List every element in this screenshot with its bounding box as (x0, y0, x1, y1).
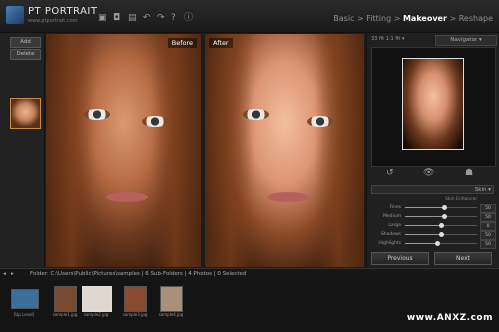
app-title: PT PORTRAIT (28, 6, 98, 17)
add-button[interactable]: Add (10, 37, 41, 48)
photo-thumbnail[interactable] (124, 286, 147, 312)
eye-icon[interactable]: 👁 (423, 168, 434, 178)
view-icons: ↺ 👁 ☗ (371, 168, 494, 182)
slider-knob[interactable] (438, 231, 444, 237)
step-separator: > (357, 14, 364, 23)
slider-row: Medium 50 (371, 212, 496, 222)
filmstrip: [Up Level] sample1.jpg sample2.jpg sampl… (0, 280, 499, 332)
navigator-view[interactable] (371, 47, 496, 167)
photo-thumbnail[interactable] (54, 286, 77, 312)
slider-label: Large (388, 223, 401, 228)
step-separator: > (393, 14, 401, 23)
thumbnail-label: sample1.jpg (52, 312, 78, 317)
hair-shape (151, 34, 201, 267)
app-logo-icon (6, 6, 24, 24)
slider-knob[interactable] (438, 222, 444, 228)
folder-path: Folder: C:\Users\Public\Pictures\samples… (30, 271, 247, 277)
slider-knob[interactable] (442, 204, 448, 210)
app-window: PT PORTRAIT www.ptportrait.com ▣ ◘ ▤ ↶ ↷… (0, 0, 499, 332)
navigator-dropdown[interactable]: Navigator ▾ (435, 35, 497, 46)
slider-label: Shadows (380, 232, 401, 237)
right-eye (307, 116, 333, 127)
slider-fill (405, 216, 445, 217)
workflow-steps: Basic > Fitting > Makeover > Reshape (333, 14, 493, 23)
slider-label: Fines (389, 205, 401, 210)
slider-fill (405, 207, 445, 208)
before-label: Before (167, 38, 197, 48)
thumbnail-label: sample2.jpg (83, 312, 109, 317)
step-fitting[interactable]: Fitting (366, 14, 391, 23)
mouth (106, 192, 148, 202)
photo-thumbnail-selected[interactable] (82, 286, 112, 312)
slider-track[interactable] (405, 204, 477, 210)
left-eye (243, 109, 269, 120)
previous-button[interactable]: Previous (371, 252, 429, 265)
face-thumbnail[interactable] (10, 98, 41, 129)
open-icon[interactable]: ▣ (98, 14, 107, 23)
slider-fill (405, 225, 441, 226)
slider-track[interactable] (405, 240, 477, 246)
slider-track[interactable] (405, 231, 477, 237)
thumbnail-label: sample4.jpg (158, 312, 184, 317)
header-bar: PT PORTRAIT www.ptportrait.com ▣ ◘ ▤ ↶ ↷… (0, 0, 499, 33)
slider-knob[interactable] (434, 240, 440, 246)
step-makeover[interactable]: Makeover (403, 14, 447, 23)
step-basic[interactable]: Basic (333, 14, 354, 23)
thumbnail-label: [Up Level] (13, 312, 35, 317)
slider-label: Medium (383, 214, 401, 219)
save-icon[interactable]: ◘ (113, 14, 120, 23)
right-panel: 33 fit 1:1 fit ▾ Navigator ▾ ↺ 👁 ☗ Skin … (366, 33, 499, 267)
slider-group-header: Skin Enhancer (445, 197, 478, 202)
slider-value[interactable]: 50 (480, 240, 496, 249)
reset-icon[interactable]: ↺ (386, 168, 394, 178)
scroll-right-icon[interactable]: ▸ (11, 269, 14, 280)
slider-fill (405, 234, 441, 235)
undo-icon[interactable]: ↶ (143, 14, 151, 23)
mask-icon[interactable]: ☗ (465, 168, 473, 178)
batch-icon[interactable]: ▤ (128, 14, 137, 23)
help-icon[interactable]: ? (171, 14, 176, 23)
redo-icon[interactable]: ↷ (157, 14, 165, 23)
slider-fill (405, 243, 438, 244)
folder-bar: ◂ ▸ Folder: C:\Users\Public\Pictures\sam… (0, 268, 499, 280)
preset-dropdown[interactable]: Skin ▾ (371, 185, 494, 194)
slider-row: Large 0 (371, 221, 496, 231)
left-eye (84, 109, 110, 120)
mouth (267, 192, 309, 202)
right-eye (142, 116, 168, 127)
app-subtitle: www.ptportrait.com (28, 18, 78, 24)
left-panel: Add Delete (0, 33, 45, 267)
slider-knob[interactable] (442, 213, 448, 219)
slider-track[interactable] (405, 222, 477, 228)
scroll-left-icon[interactable]: ◂ (3, 269, 6, 280)
thumbnail-label: sample3.jpg (122, 312, 148, 317)
slider-track[interactable] (405, 213, 477, 219)
hair-shape (314, 34, 364, 267)
watermark-text: www.ANXZ.com (406, 313, 493, 323)
up-level-folder-icon[interactable] (11, 289, 39, 309)
step-reshape[interactable]: Reshape (459, 14, 493, 23)
navigator-thumbnail (402, 58, 464, 150)
zoom-controls[interactable]: 33 fit 1:1 fit ▾ (371, 36, 405, 42)
hair-shape (46, 34, 96, 267)
photo-thumbnail[interactable] (160, 286, 183, 312)
before-photo[interactable]: Before (46, 34, 201, 267)
hair-shape (205, 34, 255, 267)
slider-row: Shadows 50 (371, 230, 496, 240)
slider-row: Fines 50 (371, 203, 496, 213)
delete-button[interactable]: Delete (10, 49, 41, 60)
after-label: After (209, 38, 233, 48)
info-icon[interactable]: ⓘ (184, 14, 193, 23)
slider-row: Highlights 50 (371, 239, 496, 249)
next-button[interactable]: Next (434, 252, 492, 265)
step-separator: > (449, 14, 457, 23)
after-photo[interactable]: After (205, 34, 364, 267)
slider-label: Highlights (378, 241, 401, 246)
